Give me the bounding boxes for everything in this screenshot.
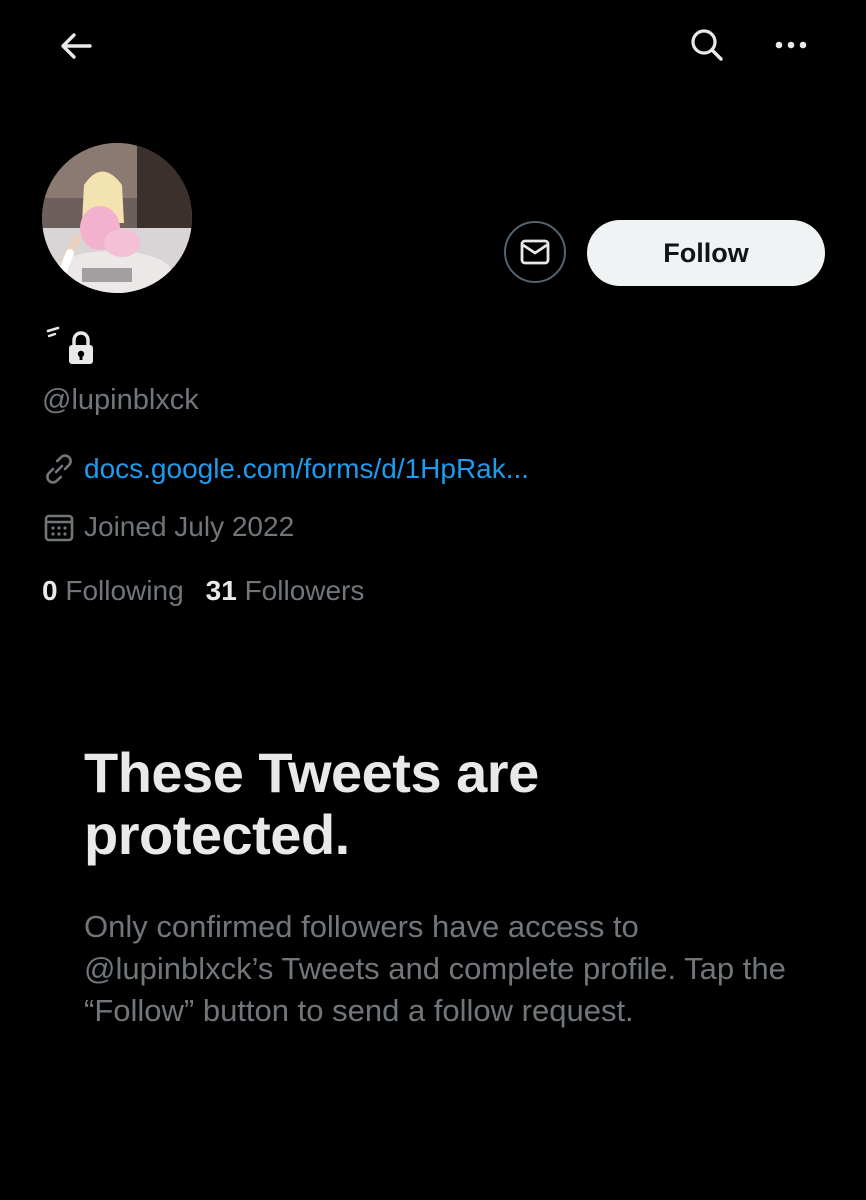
arrow-left-icon xyxy=(61,33,92,59)
followers-count: 31 xyxy=(205,575,237,606)
avatar[interactable] xyxy=(42,143,192,293)
followers-count-link[interactable]: 31 Followers xyxy=(206,575,365,607)
profile-handle: @lupinblxck xyxy=(42,384,199,416)
more-horizontal-icon xyxy=(775,41,807,49)
name-row xyxy=(40,320,96,366)
followers-label: Followers xyxy=(244,575,365,606)
link-icon xyxy=(46,454,72,484)
lock-icon xyxy=(69,331,93,364)
mail-icon xyxy=(520,239,550,265)
follow-button[interactable]: Follow xyxy=(587,220,825,286)
display-name-emoji-icon xyxy=(46,326,60,338)
protected-tweets-title: These Tweets are protected. xyxy=(84,741,539,866)
joined-date-row: Joined July 2022 xyxy=(42,510,294,544)
follow-counts: 0 Following 31 Followers xyxy=(42,575,364,607)
avatar-photo xyxy=(42,143,192,293)
joined-date: Joined July 2022 xyxy=(84,511,295,542)
back-button[interactable] xyxy=(44,18,108,74)
following-count-link[interactable]: 0 Following xyxy=(42,575,184,607)
following-count: 0 xyxy=(42,575,58,606)
message-button[interactable] xyxy=(504,221,566,283)
following-label: Following xyxy=(65,575,184,606)
protected-tweets-description: Only confirmed followers have access to … xyxy=(84,909,786,1028)
profile-link[interactable]: docs.google.com/forms/d/1HpRak... xyxy=(84,453,529,485)
profile-link-row[interactable]: docs.google.com/forms/d/1HpRak... xyxy=(42,452,529,486)
calendar-icon xyxy=(44,514,74,542)
more-options-button[interactable] xyxy=(762,16,820,74)
search-button[interactable] xyxy=(678,16,736,74)
search-icon xyxy=(691,29,723,61)
